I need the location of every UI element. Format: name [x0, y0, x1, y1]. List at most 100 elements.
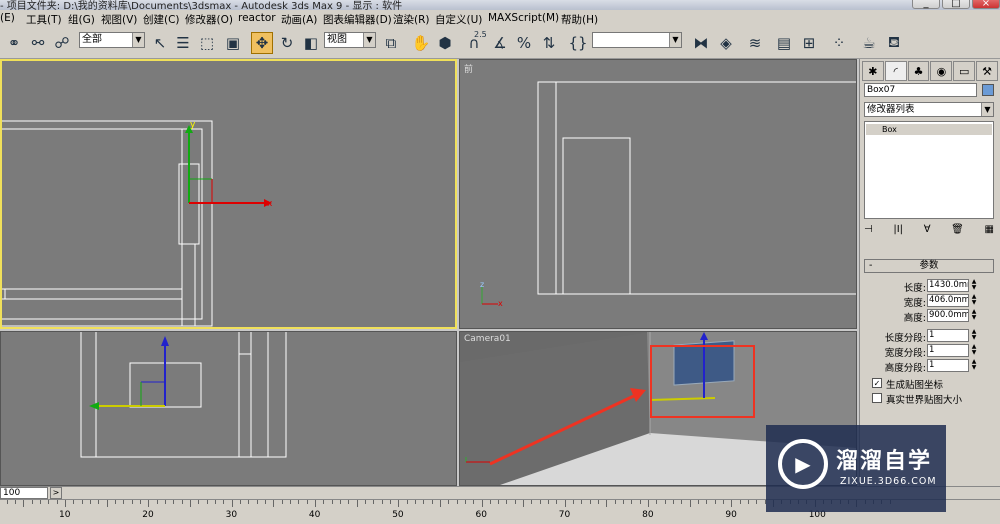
viewport-top[interactable]: y x	[0, 59, 457, 329]
play-logo-icon: ▶	[778, 439, 828, 489]
ruler-tick	[489, 500, 491, 504]
ruler-tick	[348, 500, 350, 504]
create-tab-icon[interactable]: ✱	[862, 61, 884, 81]
ruler-label: 40	[308, 510, 321, 520]
modify-tab-icon[interactable]: ◜	[884, 61, 907, 81]
selection-filter-dropdown[interactable]: 全部 ▼	[79, 32, 145, 48]
spinner-icon[interactable]: ▲ ▼	[970, 359, 978, 372]
spinner-icon[interactable]: ▲ ▼	[970, 309, 978, 322]
ruler-tick	[231, 500, 233, 507]
param-label: 长度分段:	[884, 333, 926, 344]
spinner-icon[interactable]: ▲ ▼	[970, 279, 978, 292]
display-tab-icon[interactable]: ▭	[953, 61, 976, 81]
menu-group[interactable]: 组(G)	[68, 12, 95, 27]
ruler-tick	[189, 500, 191, 507]
menu-tools[interactable]: 工具(T)	[26, 12, 62, 27]
ruler-tick	[573, 500, 575, 504]
menu-graph-editors[interactable]: 图表编辑器(D)	[323, 12, 392, 27]
modifier-list-dropdown[interactable]: 修改器列表 ▼	[864, 102, 994, 117]
param-value-field[interactable]: 900.0mm	[927, 309, 969, 322]
param-value-field[interactable]: 1430.0mm	[927, 279, 969, 292]
ruler-tick	[65, 500, 66, 507]
param-value-field[interactable]: 1	[927, 344, 969, 357]
ruler-tick	[606, 500, 608, 507]
rollout-header[interactable]: - 参数	[864, 259, 994, 273]
ruler-tick	[323, 500, 325, 504]
minimize-button[interactable]: _	[912, 0, 940, 9]
time-slider-frame[interactable]: 100	[0, 487, 48, 499]
ruler-tick	[256, 500, 258, 504]
menu-edit[interactable]: (E)	[0, 12, 15, 24]
ruler-tick	[614, 500, 616, 504]
chevron-down-icon: ▼	[669, 33, 681, 47]
menu-maxscript[interactable]: MAXScript(M)	[488, 12, 559, 24]
param-value-field[interactable]: 1	[927, 329, 969, 342]
menu-rendering[interactable]: 渲染(R)	[393, 12, 430, 27]
quick-render-icon[interactable]: ⛾	[883, 32, 905, 54]
spinner-icon[interactable]: ▲ ▼	[970, 329, 978, 342]
room-outline	[2, 120, 213, 327]
ruler-tick	[439, 500, 441, 507]
mirror-icon[interactable]: ⧓	[690, 32, 712, 54]
motion-tab-icon[interactable]: ◉	[930, 61, 953, 81]
select-by-name-icon[interactable]: ☰	[172, 32, 194, 54]
object-color-swatch[interactable]	[982, 84, 994, 96]
keyboard-shortcut-icon[interactable]: ⬢	[434, 32, 456, 54]
remove-modifier-icon[interactable]: 🗑	[951, 224, 964, 240]
curve-editor-icon[interactable]: ▤	[773, 32, 795, 54]
hierarchy-tab-icon[interactable]: ♣	[907, 61, 930, 81]
named-selection-dropdown[interactable]: ▼	[592, 32, 682, 48]
make-unique-icon[interactable]: ∀	[924, 224, 931, 240]
utilities-tab-icon[interactable]: ⚒	[976, 61, 998, 81]
menu-create[interactable]: 创建(C)	[143, 12, 180, 27]
select-object-icon[interactable]: ↖	[149, 32, 171, 54]
next-frame-button[interactable]: >	[50, 487, 62, 499]
pivot-icon[interactable]: ⧉	[380, 32, 402, 54]
move-icon[interactable]: ✥	[251, 32, 273, 54]
align-icon[interactable]: ◈	[715, 32, 737, 54]
stack-item-box[interactable]: Box	[866, 124, 992, 135]
menu-reactor[interactable]: reactor	[238, 12, 276, 24]
menu-customize[interactable]: 自定义(U)	[435, 12, 482, 27]
edit-named-sel-icon[interactable]: {}	[567, 32, 589, 54]
schematic-icon[interactable]: ⊞	[798, 32, 820, 54]
close-button[interactable]: ×	[972, 0, 1000, 9]
viewport-left[interactable]	[0, 331, 457, 486]
ruler-tick	[648, 500, 650, 507]
bind-space-warp-icon[interactable]: ☍	[51, 32, 73, 54]
pin-stack-icon[interactable]: ⊣	[864, 224, 873, 240]
ruler-tick	[81, 500, 83, 504]
real-world-map-size-checkbox[interactable]: 真实世界贴图大小	[872, 392, 997, 406]
layer-manager-icon[interactable]: ≋	[744, 32, 766, 54]
param-value-field[interactable]: 406.0mm	[927, 294, 969, 307]
rotate-icon[interactable]: ↻	[276, 32, 298, 54]
gen-mapping-coords-checkbox[interactable]: ✓ 生成贴图坐标	[872, 377, 997, 391]
percent-snap-icon[interactable]: %	[513, 32, 535, 54]
snap-icon[interactable]: 2.5 ∩	[463, 30, 487, 54]
menu-animation[interactable]: 动画(A)	[281, 12, 317, 27]
manipulate-icon[interactable]: ✋	[410, 32, 432, 54]
menu-modifiers[interactable]: 修改器(O)	[185, 12, 233, 27]
rect-region-icon[interactable]: ⬚	[196, 32, 218, 54]
window-crossing-icon[interactable]: ▣	[222, 32, 244, 54]
maximize-button[interactable]: □	[942, 0, 970, 9]
spinner-icon[interactable]: ▲ ▼	[970, 294, 978, 307]
configure-modifier-sets-icon[interactable]: ▦	[985, 224, 994, 240]
chevron-down-icon: ▼	[132, 33, 144, 47]
unlink-icon[interactable]: ⚯	[27, 32, 49, 54]
render-scene-icon[interactable]: ☕	[858, 32, 880, 54]
object-name-field[interactable]: Box07	[864, 83, 977, 97]
param-width: 宽度: 406.0mm ▲ ▼	[864, 294, 994, 310]
scale-icon[interactable]: ◧	[300, 32, 322, 54]
select-link-icon[interactable]: ⚭	[3, 32, 25, 54]
viewport-front[interactable]: 前 z x	[459, 59, 857, 329]
angle-snap-icon[interactable]: ∡	[489, 32, 511, 54]
material-editor-icon[interactable]: ⁘	[828, 32, 850, 54]
spinner-icon[interactable]: ▲ ▼	[970, 344, 978, 357]
reference-coordinate-dropdown[interactable]: 视图 ▼	[324, 32, 376, 48]
show-end-result-icon[interactable]: |I|	[893, 224, 903, 240]
menu-help[interactable]: 帮助(H)	[561, 12, 598, 27]
menu-views[interactable]: 视图(V)	[101, 12, 137, 27]
spinner-snap-icon[interactable]: ⇅	[538, 32, 560, 54]
param-value-field[interactable]: 1	[927, 359, 969, 372]
